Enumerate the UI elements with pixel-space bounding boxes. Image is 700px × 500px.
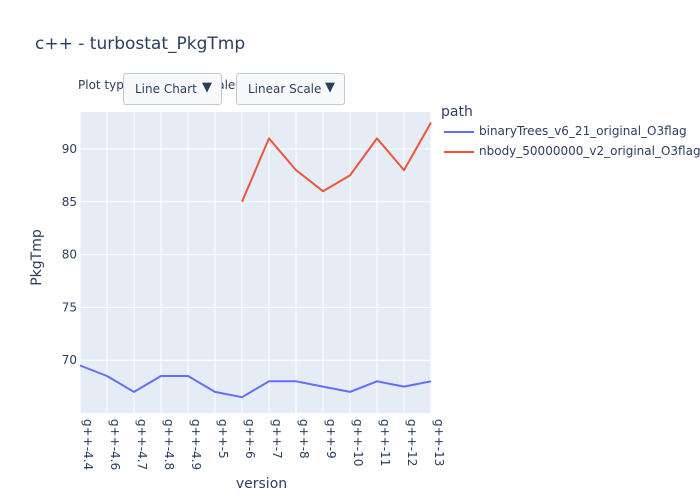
line-chart: 7075808590 g++-4.4 g++-4.6 g++-4.7 g++-4.8 g… (29, 112, 446, 492)
x-tick-label: g++-10 (351, 419, 365, 466)
y-tick-label: 80 (62, 248, 77, 262)
x-tick-label: g++-8 (297, 419, 311, 459)
x-tick-label: g++-5 (216, 419, 230, 459)
x-tick-label: g++-9 (324, 419, 338, 459)
x-tick-label: g++-13 (432, 419, 446, 466)
x-tick-label: g++-4.8 (162, 419, 176, 470)
x-tick-label: g++-6 (243, 419, 257, 459)
x-tick-label: g++-4.9 (189, 419, 203, 470)
x-tick-label: g++-4.7 (135, 419, 149, 470)
y-tick-label: 70 (62, 353, 77, 367)
x-tick-label: g++-11 (378, 419, 392, 466)
y-tick-label: 85 (62, 195, 77, 209)
y-axis-title: PkgTmp (29, 229, 45, 286)
x-axis-title: version (236, 476, 287, 492)
plot-area (80, 112, 431, 413)
y-axis-ticks: 70 75 80 85 90 (62, 142, 77, 367)
x-tick-label: g++-4.6 (108, 419, 122, 470)
x-tick-label: g++-12 (405, 419, 419, 466)
y-tick-label: 90 (62, 142, 77, 156)
y-tick-label: 75 (62, 300, 77, 314)
x-axis-ticks: g++-4.4 g++-4.6 g++-4.7 g++-4.8 g++-4.9 g++-5… (81, 419, 446, 470)
x-tick-label: g++-7 (270, 419, 284, 459)
x-tick-label: g++-4.4 (81, 419, 95, 470)
